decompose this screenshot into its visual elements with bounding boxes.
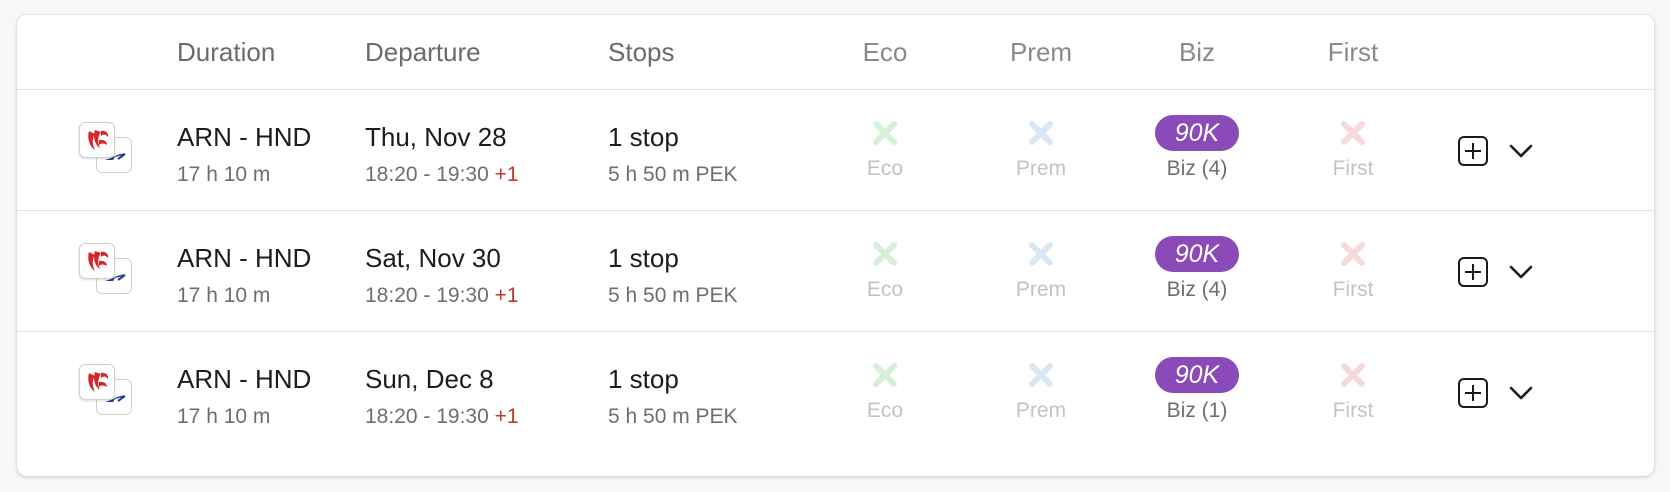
header-first: First — [1327, 37, 1379, 67]
unavailable-x-icon — [1029, 242, 1053, 266]
flight-results-card: Duration Departure Stops Eco Prem Biz Fi… — [17, 15, 1654, 476]
unavailable-x-icon — [1341, 121, 1365, 145]
departure-time: 18:20 - 19:30 +1 — [365, 405, 519, 428]
biz-label: Biz (4) — [1166, 157, 1228, 180]
biz-label: Biz (1) — [1166, 399, 1228, 422]
first-label: First — [1332, 157, 1374, 180]
header-stops: Stops — [608, 37, 675, 67]
unavailable-x-icon — [1029, 121, 1053, 145]
next-day-indicator: +1 — [494, 163, 519, 186]
biz-price-badge[interactable]: 90K — [1155, 115, 1239, 151]
route: ARN - HND — [177, 364, 312, 394]
prem-label: Prem — [1015, 278, 1067, 301]
first-cabin: First — [1293, 361, 1413, 423]
unavailable-x-icon — [873, 242, 897, 266]
air-china-icon — [79, 122, 115, 158]
biz-price-badge[interactable]: 90K — [1155, 236, 1239, 272]
stops-count: 1 stop — [608, 243, 679, 273]
chevron-down-icon[interactable] — [1508, 264, 1534, 280]
airline-logo — [79, 122, 137, 176]
prem-label: Prem — [1015, 399, 1067, 422]
eco-cabin: Eco — [825, 119, 945, 181]
next-day-indicator: +1 — [494, 405, 519, 428]
header-eco: Eco — [862, 37, 908, 67]
prem-cabin: Prem — [981, 240, 1101, 302]
route: ARN - HND — [177, 122, 312, 152]
first-label: First — [1332, 399, 1374, 422]
prem-cabin: Prem — [981, 119, 1101, 181]
biz-price-badge[interactable]: 90K — [1155, 357, 1239, 393]
airline-logo — [79, 364, 137, 418]
biz-cabin[interactable]: 90K Biz (1) — [1137, 357, 1257, 423]
flight-duration: 17 h 10 m — [177, 284, 271, 307]
layover-info: 5 h 50 m PEK — [608, 163, 738, 186]
air-china-icon — [79, 364, 115, 400]
eco-label: Eco — [866, 157, 904, 180]
departure-time: 18:20 - 19:30 +1 — [365, 163, 519, 186]
first-cabin: First — [1293, 119, 1413, 181]
biz-label: Biz (4) — [1166, 278, 1228, 301]
unavailable-x-icon — [1341, 242, 1365, 266]
biz-cabin[interactable]: 90K Biz (4) — [1137, 236, 1257, 302]
layover-info: 5 h 50 m PEK — [608, 284, 738, 307]
flight-row[interactable]: ARN - HND 17 h 10 m Sat, Nov 30 18:20 - … — [17, 211, 1654, 332]
flight-row[interactable]: ARN - HND 17 h 10 m Thu, Nov 28 18:20 - … — [17, 90, 1654, 211]
eco-cabin: Eco — [825, 361, 945, 423]
departure-date: Thu, Nov 28 — [365, 122, 507, 152]
first-cabin: First — [1293, 240, 1413, 302]
eco-label: Eco — [866, 399, 904, 422]
next-day-indicator: +1 — [494, 284, 519, 307]
unavailable-x-icon — [873, 121, 897, 145]
prem-label: Prem — [1015, 157, 1067, 180]
unavailable-x-icon — [1029, 363, 1053, 387]
stops-count: 1 stop — [608, 122, 679, 152]
stops-count: 1 stop — [608, 364, 679, 394]
flight-duration: 17 h 10 m — [177, 405, 271, 428]
route: ARN - HND — [177, 243, 312, 273]
departure-date: Sun, Dec 8 — [365, 364, 494, 394]
header-prem: Prem — [1009, 37, 1073, 67]
departure-date: Sat, Nov 30 — [365, 243, 501, 273]
biz-cabin[interactable]: 90K Biz (4) — [1137, 115, 1257, 181]
header-biz: Biz — [1178, 37, 1216, 67]
flight-duration: 17 h 10 m — [177, 163, 271, 186]
airline-logo — [79, 243, 137, 297]
flight-row[interactable]: ARN - HND 17 h 10 m Sun, Dec 8 18:20 - 1… — [17, 332, 1654, 453]
header-departure: Departure — [365, 37, 481, 67]
add-plus-icon[interactable] — [1458, 378, 1488, 408]
unavailable-x-icon — [873, 363, 897, 387]
unavailable-x-icon — [1341, 363, 1365, 387]
eco-cabin: Eco — [825, 240, 945, 302]
chevron-down-icon[interactable] — [1508, 385, 1534, 401]
eco-label: Eco — [866, 278, 904, 301]
header-duration: Duration — [177, 37, 276, 67]
add-plus-icon[interactable] — [1458, 136, 1488, 166]
air-china-icon — [79, 243, 115, 279]
add-plus-icon[interactable] — [1458, 257, 1488, 287]
first-label: First — [1332, 278, 1374, 301]
departure-time: 18:20 - 19:30 +1 — [365, 284, 519, 307]
table-header: Duration Departure Stops Eco Prem Biz Fi… — [17, 15, 1654, 90]
layover-info: 5 h 50 m PEK — [608, 405, 738, 428]
chevron-down-icon[interactable] — [1508, 143, 1534, 159]
prem-cabin: Prem — [981, 361, 1101, 423]
